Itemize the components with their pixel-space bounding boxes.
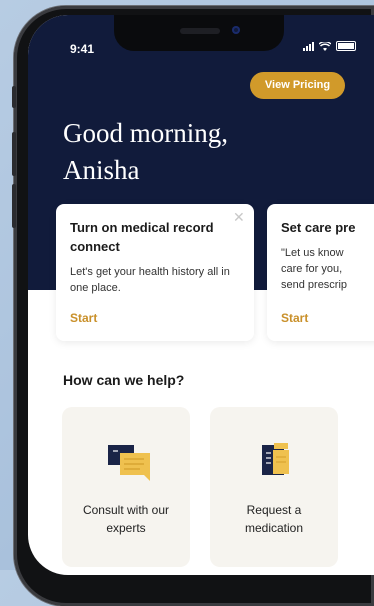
close-icon[interactable]: ✕ <box>233 210 245 224</box>
tile-label: Consult with our experts <box>82 503 170 535</box>
volume-up-button <box>12 132 16 176</box>
signal-icon <box>303 42 314 51</box>
speaker-grille <box>180 28 220 34</box>
medical-record-card[interactable]: ✕ Turn on medical record connect Let's g… <box>56 204 254 341</box>
medication-icon <box>262 443 289 475</box>
tile-label: Request a medication <box>244 503 304 535</box>
card-title: Turn on medical record connect <box>70 220 214 254</box>
card-body: Let's get your health history all in one… <box>70 266 230 294</box>
care-preferences-card[interactable]: Set care pre "Let us know care for you, … <box>267 204 374 341</box>
card-body: "Let us know care for you, send prescrip <box>281 247 348 291</box>
section-heading: How can we help? <box>63 372 185 388</box>
user-name: Anisha <box>63 155 140 185</box>
battery-icon <box>336 41 356 51</box>
view-pricing-button[interactable]: View Pricing <box>250 72 345 99</box>
wifi-icon <box>319 42 331 51</box>
phone-notch <box>114 15 284 51</box>
mute-switch <box>12 86 16 108</box>
status-time: 9:41 <box>70 42 95 56</box>
greeting-line: Good morning, <box>63 118 228 148</box>
request-medication-tile[interactable]: Request a medication <box>210 407 338 567</box>
app-screen: 9:41 View Pricing Good morning, Anisha ✕… <box>28 15 374 575</box>
consult-experts-tile[interactable]: Consult with our experts <box>62 407 190 567</box>
status-icons <box>303 41 356 51</box>
front-camera <box>232 26 240 34</box>
volume-down-button <box>12 184 16 228</box>
start-link[interactable]: Start <box>281 311 308 325</box>
start-link[interactable]: Start <box>70 311 97 325</box>
greeting-title: Good morning, Anisha <box>63 115 283 189</box>
chat-bubbles-icon <box>108 445 150 481</box>
card-title: Set care pre <box>281 220 356 235</box>
